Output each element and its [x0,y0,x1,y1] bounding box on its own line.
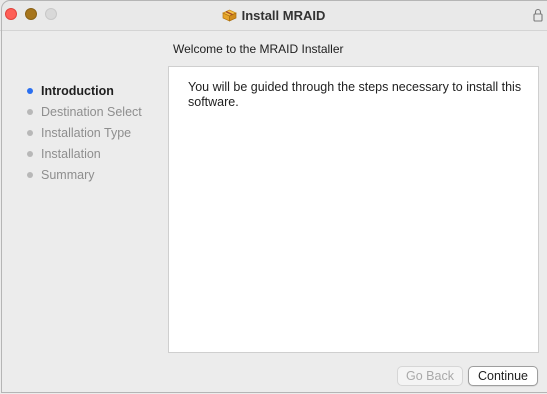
page-heading: Welcome to the MRAID Installer [173,42,344,56]
step-indicator-dot [27,151,33,157]
title-bar[interactable]: Install MRAID [0,0,547,31]
step-indicator-dot [27,130,33,136]
step-label: Installation [41,147,101,161]
step-indicator-dot [27,109,33,115]
step-label: Introduction [41,84,114,98]
window-title: Install MRAID [241,8,326,23]
step-label: Installation Type [41,126,132,140]
step-label: Summary [41,168,95,182]
installer-window: Install MRAID Welcome to the MRAID Insta… [0,0,547,394]
lock-icon [533,8,543,22]
introduction-text: You will be guided through the steps nec… [188,80,522,109]
content-panel[interactable]: You will be guided through the steps nec… [168,66,539,353]
installer-package-icon [221,9,237,22]
step-label: Destination Select [41,105,142,119]
window-title-container: Install MRAID [0,8,547,24]
step-indicator-dot [27,88,33,94]
step-indicator-dot [27,172,33,178]
continue-button[interactable]: Continue [468,366,538,386]
go-back-button[interactable]: Go Back [397,366,463,386]
